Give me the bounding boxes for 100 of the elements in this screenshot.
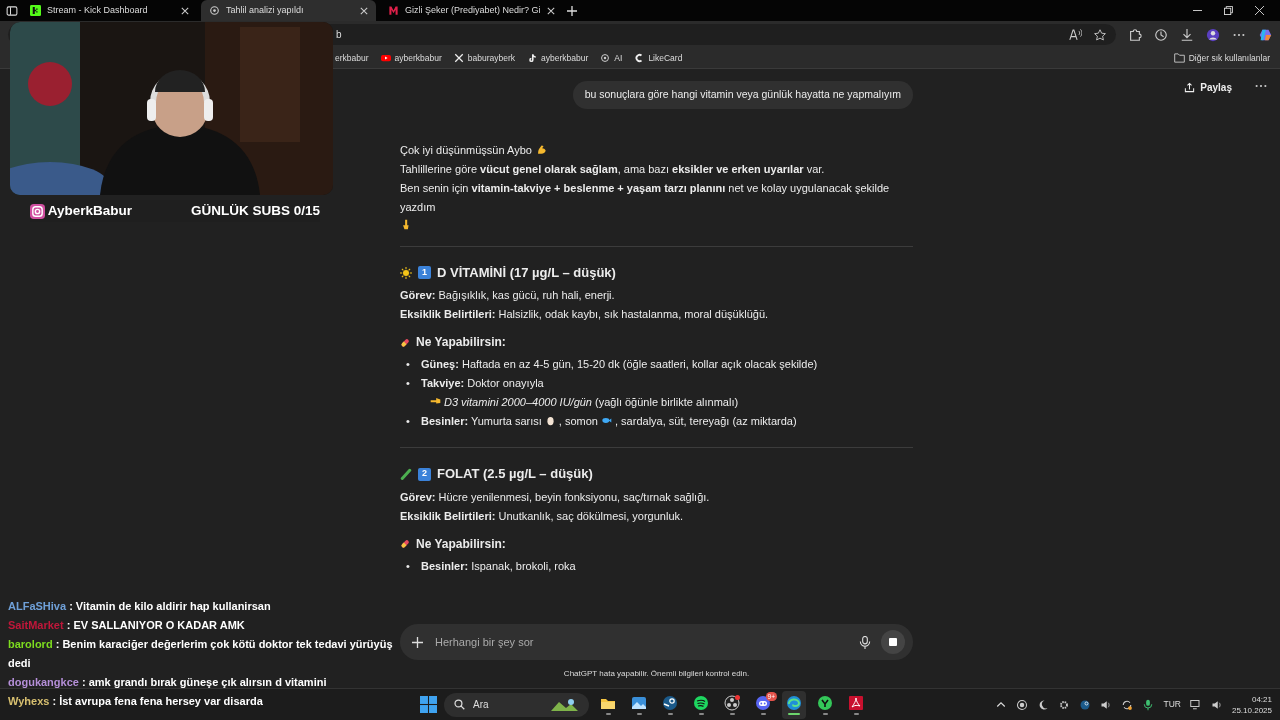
cucumber-icon <box>400 468 412 480</box>
message-input[interactable]: Herhangi bir şey sor <box>433 632 849 652</box>
disclaimer-text: ChatGPT hata yapabilir. Önemli bilgileri kontrol edin. <box>562 668 751 680</box>
new-tab-icon[interactable] <box>566 5 577 16</box>
composer-field[interactable]: Herhangi bir şey sor <box>400 624 913 660</box>
edge-app-button[interactable] <box>782 690 806 719</box>
section-heading: D VİTAMİNİ (17 µg/L – düşük) <box>437 263 616 282</box>
chat-message: barolord : Benim karaciğer değerlerim çok kötü doktor tek tedavi yürüyüş dedi <box>8 637 394 671</box>
section-number: 2 <box>418 467 431 481</box>
star-icon[interactable] <box>1094 28 1106 41</box>
note-icon <box>527 53 538 63</box>
close-icon[interactable] <box>1255 6 1264 15</box>
list-text: , sardalya, süt, tereyağı (az miktarda) <box>615 415 797 428</box>
chat-message: ALFaSHiva : Vitamin de kilo aldirir hap kullanirsan <box>8 599 272 614</box>
message-text: Tahlillerine göre vücut genel olarak sağlam, ama bazı eksikler ve erken uyarılar var. <box>400 162 825 175</box>
copilot-icon[interactable] <box>1258 27 1272 42</box>
message-text: Görev: Hücre yenilenmesi, beyin fonksiyonu, saç/tırnak sağlığı. <box>400 489 711 505</box>
microphone-icon[interactable] <box>859 635 871 649</box>
obs-icon <box>724 694 740 711</box>
bookmark-link[interactable]: ayberkbabur <box>527 51 589 65</box>
circle-icon[interactable] <box>1016 698 1029 711</box>
list-text: , somon <box>558 415 598 428</box>
close-icon[interactable] <box>181 6 189 15</box>
subs-counter: GÜNLÜK SUBS 0/15 <box>190 201 320 220</box>
landscape-icon <box>549 696 579 713</box>
message-text: Görev: Bağışıklık, kas gücü, ruh hali, enerji. <box>400 288 616 304</box>
share-button[interactable]: Paylaş <box>1184 79 1232 95</box>
chat-message: Wyhexs : İst avrupa fena fena hersey var disarda <box>8 694 264 709</box>
browser-tab[interactable]: Stream - Kick Dashboard <box>22 0 197 21</box>
knot-icon <box>209 5 220 16</box>
pdf-icon <box>848 694 864 711</box>
plus-icon[interactable] <box>412 636 423 648</box>
bookmarks-folder[interactable]: Diğer sık kullanılanlar <box>1173 51 1270 65</box>
sync-icon[interactable] <box>1121 698 1134 711</box>
bullet-marker: • <box>406 558 411 574</box>
message-text: Çok iyi düşünmüşsün Aybo <box>400 143 532 156</box>
avatar-icon[interactable] <box>1206 27 1220 42</box>
message-text: Eksiklik Belirtileri: Halsizlik, odak kaybı, sık hastalanma, moral düşüklüğü. <box>400 307 770 323</box>
speaker-icon[interactable] <box>1210 698 1223 711</box>
c-logo-icon <box>634 53 645 63</box>
message-text: Ben senin için vitamin-takviye + beslenme + yaşam tarzı planını net ve kolay uygulanacak şekilde yazdım <box>400 181 890 213</box>
instagram-icon <box>30 203 45 219</box>
moon-icon[interactable] <box>1037 698 1050 711</box>
search-icon <box>454 699 465 710</box>
hand-icon <box>401 218 412 230</box>
taskbar-search[interactable]: Ara <box>444 692 589 717</box>
steam-icon <box>662 694 678 711</box>
k-logo-icon <box>30 5 41 16</box>
close-icon[interactable] <box>546 6 555 15</box>
message-text: Eksiklik Belirtileri: Unutkanlık, saç dökülmesi, yorgunluk. <box>400 508 685 524</box>
read-aloud-icon[interactable] <box>1069 28 1082 41</box>
bullet-marker: • <box>406 357 411 373</box>
list-text: D3 vitamini 2000–4000 IU/gün (yağlı öğünle birlikte alınmalı) <box>444 396 739 409</box>
restore-icon[interactable] <box>1224 6 1233 15</box>
list-text: Takviye: Doktor onayıyla <box>421 377 544 390</box>
spotify-icon <box>693 694 709 711</box>
pill-icon <box>400 538 411 550</box>
egg-icon <box>544 415 556 427</box>
share-icon <box>1184 81 1196 93</box>
chat-message: dogukangkce : amk grandı bırak güneşe çık alırsın d vitamini <box>8 675 328 690</box>
steam-icon[interactable] <box>1079 698 1092 711</box>
browser-tab[interactable]: Gizli Şeker (Prediyabet) Nedir? Gi <box>380 0 563 21</box>
start-icon[interactable] <box>420 696 437 713</box>
microphone-icon[interactable] <box>1142 698 1155 711</box>
edge-icon <box>786 694 802 711</box>
bookmark-link[interactable]: erkbabur <box>335 51 369 65</box>
instagram-handle: AyberkBabur <box>47 201 133 220</box>
bullet-marker: • <box>406 376 411 392</box>
list-text: Besinler: Ispanak, brokoli, roka <box>421 559 576 572</box>
user-message: bu sonuçlara göre hangi vitamin veya günlük hayatta ne yapmalıyım <box>572 81 913 109</box>
history-icon[interactable] <box>1154 27 1168 42</box>
speaker-icon[interactable] <box>1100 698 1113 711</box>
chat-message: SaitMarket : EV SALLANIYOR O KADAR AMK <box>8 618 246 633</box>
close-icon[interactable] <box>360 6 368 15</box>
bookmark-link[interactable]: LikeCard <box>634 51 683 65</box>
extensions-icon[interactable] <box>1128 27 1142 42</box>
knot-icon <box>600 53 611 63</box>
download-icon[interactable] <box>1180 27 1194 42</box>
photos-icon <box>631 694 647 711</box>
bookmark-link[interactable]: ayberkbabur <box>380 51 442 65</box>
monitor-icon[interactable] <box>1189 698 1202 711</box>
bookmark-link[interactable]: baburayberk <box>453 51 516 65</box>
stop-button[interactable] <box>881 630 905 654</box>
m-logo-icon <box>388 5 399 16</box>
pill-icon <box>400 336 411 348</box>
bullet-marker: • <box>406 414 411 430</box>
browser-tab[interactable]: Tahlil analizi yapıldı <box>201 0 376 21</box>
stop-icon <box>889 638 897 646</box>
language-indicator[interactable]: TUR <box>1163 698 1181 711</box>
section-number: 1 <box>418 266 431 279</box>
x-icon <box>453 53 464 63</box>
subheading: Ne Yapabilirsin: <box>416 535 506 553</box>
arm-icon <box>535 143 547 155</box>
section-heading: FOLAT (2.5 µg/L – düşük) <box>437 465 593 484</box>
tab-actions-icon[interactable] <box>6 4 18 17</box>
folder-icon <box>1173 53 1185 63</box>
bookmark-link[interactable]: AI <box>600 51 623 65</box>
clock[interactable]: 04:21 25.10.2025 <box>1231 693 1272 716</box>
subheading: Ne Yapabilirsin: <box>416 334 506 352</box>
list-text: Güneş: Haftada en az 4-5 gün, 15-20 dk (öğle saatleri, kollar açık olacak şekilde) <box>421 358 818 371</box>
